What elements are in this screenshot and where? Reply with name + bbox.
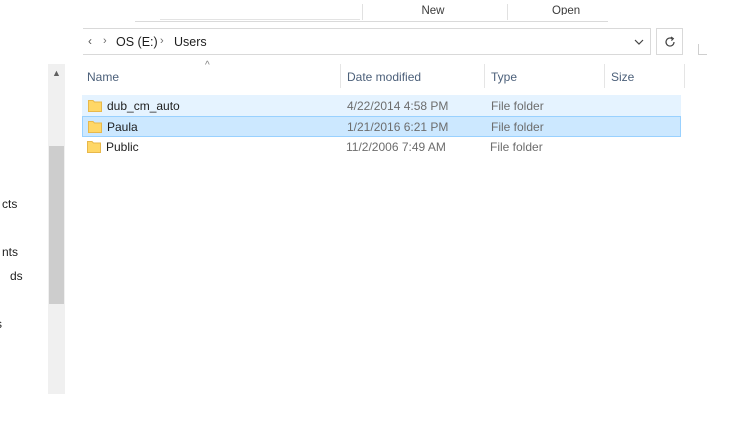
address-overflow-icon[interactable]: ‹ (88, 34, 92, 48)
ribbon-separator (507, 4, 508, 20)
column-divider[interactable] (340, 64, 341, 88)
file-name: Public (106, 140, 139, 154)
column-divider[interactable] (604, 64, 605, 88)
search-box-edge[interactable] (698, 44, 707, 55)
folder-icon (88, 121, 102, 133)
address-history-dropdown[interactable] (627, 29, 651, 54)
ribbon-open-group[interactable]: Open (552, 5, 582, 15)
ribbon-separator (362, 4, 363, 20)
column-divider[interactable] (484, 64, 485, 88)
column-header-date-modified[interactable]: Date modified (342, 64, 484, 90)
file-type: File folder (491, 120, 544, 134)
file-date-modified: 11/2/2006 7:49 AM (346, 140, 446, 154)
scroll-up-arrow-icon[interactable]: ▲ (48, 64, 65, 81)
file-row-public[interactable]: Public 11/2/2006 7:49 AM File folder (82, 137, 681, 158)
nav-item[interactable]: ds (10, 269, 23, 283)
column-header-size[interactable]: Size (606, 64, 684, 90)
breadcrumb-chevron-icon: › (103, 35, 107, 47)
nav-item[interactable]: cts (2, 197, 17, 211)
file-row-dub-cm-auto[interactable]: dub_cm_auto 4/22/2014 4:58 PM File folde… (82, 95, 681, 116)
file-date-modified: 1/21/2016 6:21 PM (347, 120, 449, 134)
navigation-scrollbar[interactable]: ▲ (48, 64, 65, 394)
file-type: File folder (490, 140, 543, 154)
refresh-icon (664, 36, 675, 47)
nav-item[interactable]: s (0, 317, 2, 331)
column-header-name[interactable]: Name (82, 64, 340, 90)
file-date-modified: 4/22/2014 4:58 PM (347, 99, 449, 113)
file-type: File folder (491, 99, 544, 113)
folder-icon (87, 141, 101, 153)
column-header-type[interactable]: Type (486, 64, 604, 90)
file-name: Paula (107, 120, 138, 134)
file-row-paula[interactable]: Paula 1/21/2016 6:21 PM File folder (82, 116, 681, 137)
column-divider[interactable] (684, 64, 685, 88)
navigation-pane: cts nts ds s (0, 60, 48, 436)
ribbon-new-group[interactable]: New (410, 5, 456, 17)
address-bar[interactable]: ‹ › OS (E:) › Users (83, 28, 651, 55)
breadcrumb-chevron-icon: › (160, 35, 164, 47)
refresh-button[interactable] (656, 28, 683, 55)
chevron-down-icon (634, 39, 644, 45)
ribbon-group-strip (160, 0, 360, 20)
scrollbar-thumb[interactable] (49, 146, 64, 304)
breadcrumb-users[interactable]: Users (174, 35, 207, 49)
file-name: dub_cm_auto (107, 99, 180, 113)
folder-icon (88, 100, 102, 112)
breadcrumb-os-drive[interactable]: OS (E:) (116, 35, 158, 49)
nav-item[interactable]: nts (2, 245, 18, 259)
